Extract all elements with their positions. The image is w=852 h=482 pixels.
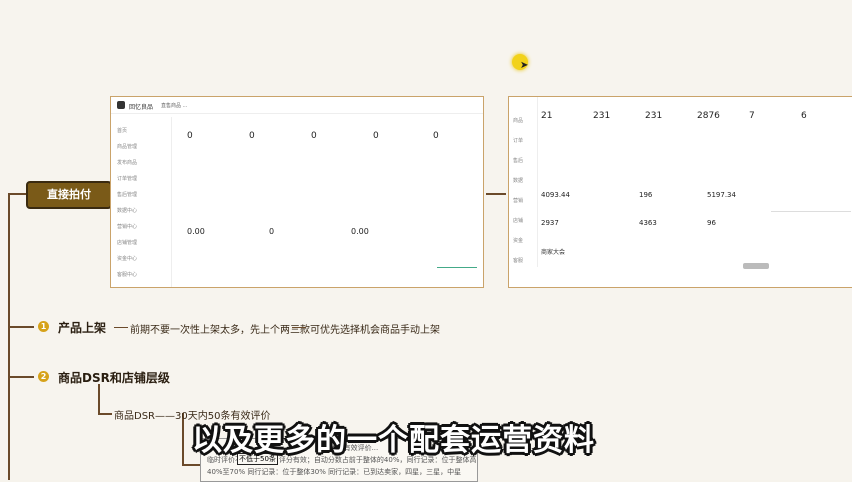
mini-chart-line [437,267,477,268]
stat-value: 0 [311,131,317,141]
sidebar: 首页 商品管理 发布商品 订单管理 售后管理 数据中心 营销中心 店铺管理 资金… [111,117,172,287]
sidebar-item[interactable]: 售后 [513,157,523,164]
stat-value: 0.00 [187,227,205,236]
sidebar-item[interactable]: 数据中心 [117,207,137,214]
stat-value: 5197.34 [707,191,736,199]
sidebar-item[interactable]: 资金 [513,237,523,244]
banner-title: 商家大会 [541,249,566,256]
trend-chart [771,171,851,212]
tree-trunk-line [8,193,10,480]
sidebar-item[interactable]: 售后管理 [117,191,137,198]
branch-title[interactable]: 商品DSR和店铺层级 [58,369,170,386]
tree-sub-line [182,464,200,466]
tree-branch-line [8,326,34,328]
doc-line: 40%至70% 同行记录：位于整体30% 同行记录：已到达卖家，四星，三星，中星 [207,468,462,476]
branch-number-badge: 1 [38,321,49,332]
shop-logo-icon [117,101,125,109]
tree-sub-line [98,384,100,414]
mindmap-root-node[interactable]: 直接拍付 [26,181,112,209]
stat-value: 6 [801,111,807,121]
sidebar-item[interactable]: 商品 [513,117,523,124]
sidebar-item[interactable]: 营销 [513,197,523,204]
stat-value: 7 [749,111,755,121]
stat-value: 21 [541,111,553,121]
stat-value: 0 [373,131,379,141]
stat-value: 4363 [639,219,657,227]
sidebar-item[interactable]: 首页 [117,127,127,134]
stat-value: 196 [639,191,653,199]
branch-title[interactable]: 产品上架 [58,319,106,336]
sidebar-item[interactable]: 订单 [513,137,523,144]
stat-value: 0 [187,131,193,141]
video-subtitle: 以及更多的一个配套运营资料 [192,423,595,458]
stat-value: 96 [707,219,716,227]
stat-value: 0.00 [351,227,369,236]
stat-value: 231 [593,111,611,121]
sidebar-item[interactable]: 资金中心 [117,255,137,262]
sidebar-item[interactable]: 订单管理 [117,175,137,182]
tree-branch-line [8,193,26,195]
sidebar-item[interactable]: 发布商品 [117,159,137,166]
header-meta: 直售商品 ... [161,103,188,109]
stat-value: 0 [433,131,439,141]
sidebar-item[interactable]: 客服中心 [117,271,137,278]
branch-item[interactable]: 可优先选择机会商品手动上架 [310,321,440,336]
connector-line [292,327,306,328]
sidebar-item[interactable]: 店铺 [513,217,523,224]
left-screenshot: 回忆良品 直售商品 ... 首页 商品管理 发布商品 订单管理 售后管理 数据中… [110,96,484,288]
tree-sub-line [98,413,112,415]
stat-value: 2876 [697,111,720,121]
right-screenshot: 商品 订单 售后 数据 营销 店铺 资金 客服 21 231 231 2876 … [508,96,852,288]
branch-number-badge: 2 [38,371,49,382]
sidebar-item[interactable]: 营销中心 [117,223,137,230]
stat-value: 0 [249,131,255,141]
stat-value: 0 [269,227,275,236]
stat-value: 231 [645,111,663,121]
sidebar-item[interactable]: 客服 [513,257,523,264]
shop-name: 回忆良品 [129,104,154,111]
banner-button[interactable] [743,263,769,269]
connector-line [486,193,506,195]
screen-header: 回忆良品 直售商品 ... [111,97,483,114]
tree-branch-line [8,376,34,378]
sidebar: 商品 订单 售后 数据 营销 店铺 资金 客服 [509,97,538,267]
connector-line [114,327,128,328]
sidebar-item[interactable]: 数据 [513,177,523,184]
stat-value: 2937 [541,219,559,227]
cursor-icon: ➤ [520,60,529,71]
sidebar-item[interactable]: 店铺管理 [117,239,137,246]
stat-value: 4093.44 [541,191,570,199]
sidebar-item[interactable]: 商品管理 [117,143,137,150]
branch-item[interactable]: 前期不要一次性上架太多，先上个两三款 [130,321,310,336]
